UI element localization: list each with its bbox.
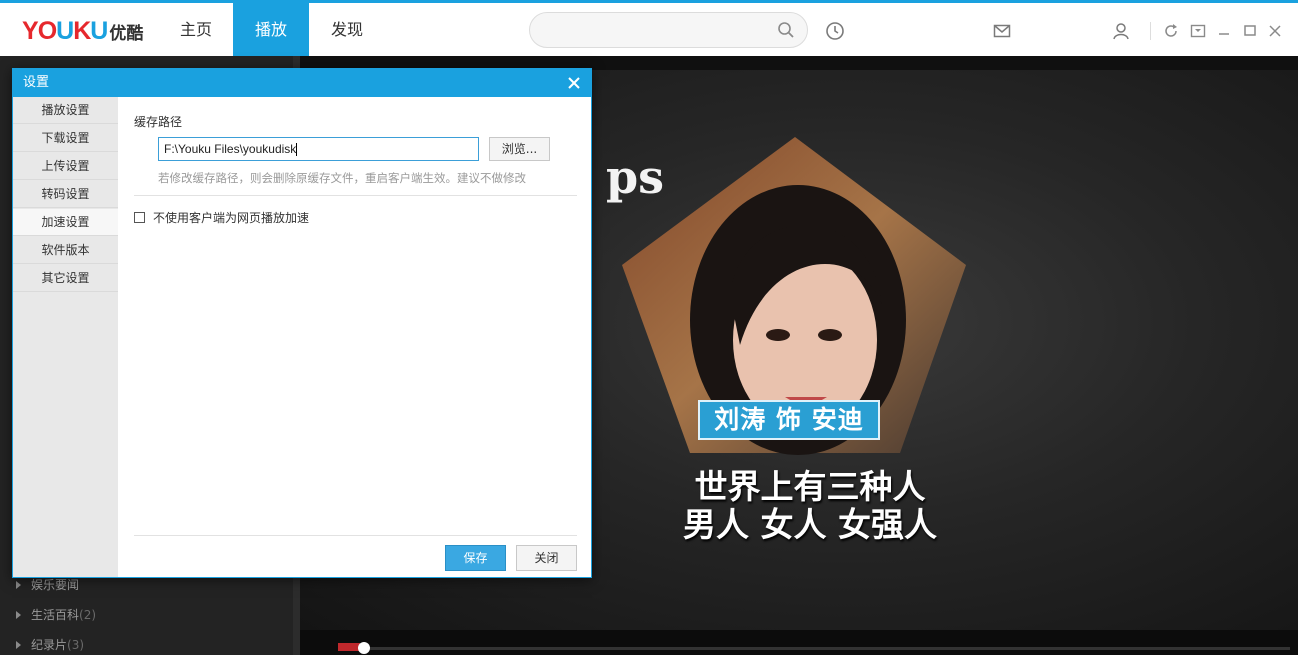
category-label: 生活百科 bbox=[31, 608, 80, 622]
divider bbox=[134, 535, 577, 536]
category-item[interactable]: 纪录片 (3) bbox=[16, 636, 84, 653]
category-item[interactable]: 生活百科 (2) bbox=[16, 606, 96, 623]
progress-handle[interactable] bbox=[358, 642, 370, 654]
youku-logo[interactable]: YOUKU 优酷 bbox=[22, 17, 143, 47]
search-icon[interactable] bbox=[777, 21, 795, 39]
mini-player-icon[interactable] bbox=[1188, 21, 1208, 41]
settings-dialog: 设置 播放设置 下载设置 上传设置 转码设置 加速设置 软件版本 其它设置 缓存… bbox=[12, 68, 592, 578]
menu-item-transcode[interactable]: 转码设置 bbox=[13, 181, 118, 208]
dialog-title: 设置 bbox=[13, 69, 591, 97]
settings-panel: 缓存路径 F:\Youku Files\youkudisk 浏览... 若修改缓… bbox=[118, 97, 591, 577]
category-label: 娱乐要闻 bbox=[31, 578, 80, 592]
close-icon[interactable] bbox=[567, 76, 581, 90]
brand-cn: 优酷 bbox=[109, 24, 144, 44]
user-icon[interactable] bbox=[1111, 21, 1131, 41]
cache-path-label: 缓存路径 bbox=[134, 115, 183, 129]
close-window-icon[interactable] bbox=[1265, 21, 1285, 41]
brand-wordmark: YOUKU bbox=[22, 17, 108, 45]
expand-arrow-icon bbox=[16, 580, 21, 589]
video-controls-bar bbox=[300, 630, 1298, 655]
tab-home[interactable]: 主页 bbox=[160, 3, 232, 56]
subtitle-line: 男人 女人 女强人 bbox=[683, 505, 937, 544]
top-bar: YOUKU 优酷 主页 播放 发现 bbox=[0, 0, 1298, 56]
dialog-title-text: 设置 bbox=[23, 75, 50, 90]
menu-item-download[interactable]: 下载设置 bbox=[13, 125, 118, 152]
browse-button[interactable]: 浏览... bbox=[489, 137, 550, 161]
divider bbox=[134, 195, 577, 196]
web-accel-label: 不使用客户端为网页播放加速 bbox=[153, 211, 310, 225]
web-accel-checkbox[interactable] bbox=[134, 212, 145, 223]
expand-arrow-icon bbox=[16, 610, 21, 619]
close-button[interactable]: 关闭 bbox=[516, 545, 577, 571]
mail-icon[interactable] bbox=[992, 21, 1012, 41]
cache-path-input[interactable]: F:\Youku Files\youkudisk bbox=[158, 137, 479, 161]
search-input[interactable] bbox=[529, 12, 808, 48]
cache-path-value: F:\Youku Files\youkudisk bbox=[164, 142, 297, 156]
menu-item-other[interactable]: 其它设置 bbox=[13, 265, 118, 292]
caption-tag: 刘涛 饰 安迪 bbox=[698, 400, 880, 440]
progress-track[interactable] bbox=[340, 647, 1290, 650]
category-count: (3) bbox=[67, 637, 85, 652]
refresh-icon[interactable] bbox=[1161, 21, 1181, 41]
category-count: (2) bbox=[79, 607, 97, 622]
menu-item-version[interactable]: 软件版本 bbox=[13, 237, 118, 264]
expand-arrow-icon bbox=[16, 640, 21, 649]
tab-play[interactable]: 播放 bbox=[233, 3, 309, 56]
settings-menu: 播放设置 下载设置 上传设置 转码设置 加速设置 软件版本 其它设置 bbox=[13, 97, 118, 577]
tab-discover[interactable]: 发现 bbox=[310, 3, 384, 56]
web-accel-option[interactable]: 不使用客户端为网页播放加速 bbox=[134, 209, 309, 226]
save-button[interactable]: 保存 bbox=[445, 545, 506, 571]
category-label: 纪录片 bbox=[31, 638, 68, 652]
category-item[interactable]: 娱乐要闻 bbox=[16, 576, 79, 593]
toolbar-divider bbox=[1150, 22, 1151, 40]
maximize-icon[interactable] bbox=[1240, 21, 1260, 41]
menu-item-acceleration[interactable]: 加速设置 bbox=[13, 209, 118, 236]
text-caret bbox=[296, 143, 298, 157]
minimize-icon[interactable] bbox=[1214, 21, 1234, 41]
history-clock-icon[interactable] bbox=[825, 21, 845, 41]
progress-played bbox=[338, 643, 360, 651]
cache-path-hint: 若修改缓存路径，则会删除原缓存文件，重启客户端生效。建议不做修改 bbox=[158, 171, 526, 185]
menu-item-playback[interactable]: 播放设置 bbox=[13, 97, 118, 124]
menu-item-upload[interactable]: 上传设置 bbox=[13, 153, 118, 180]
